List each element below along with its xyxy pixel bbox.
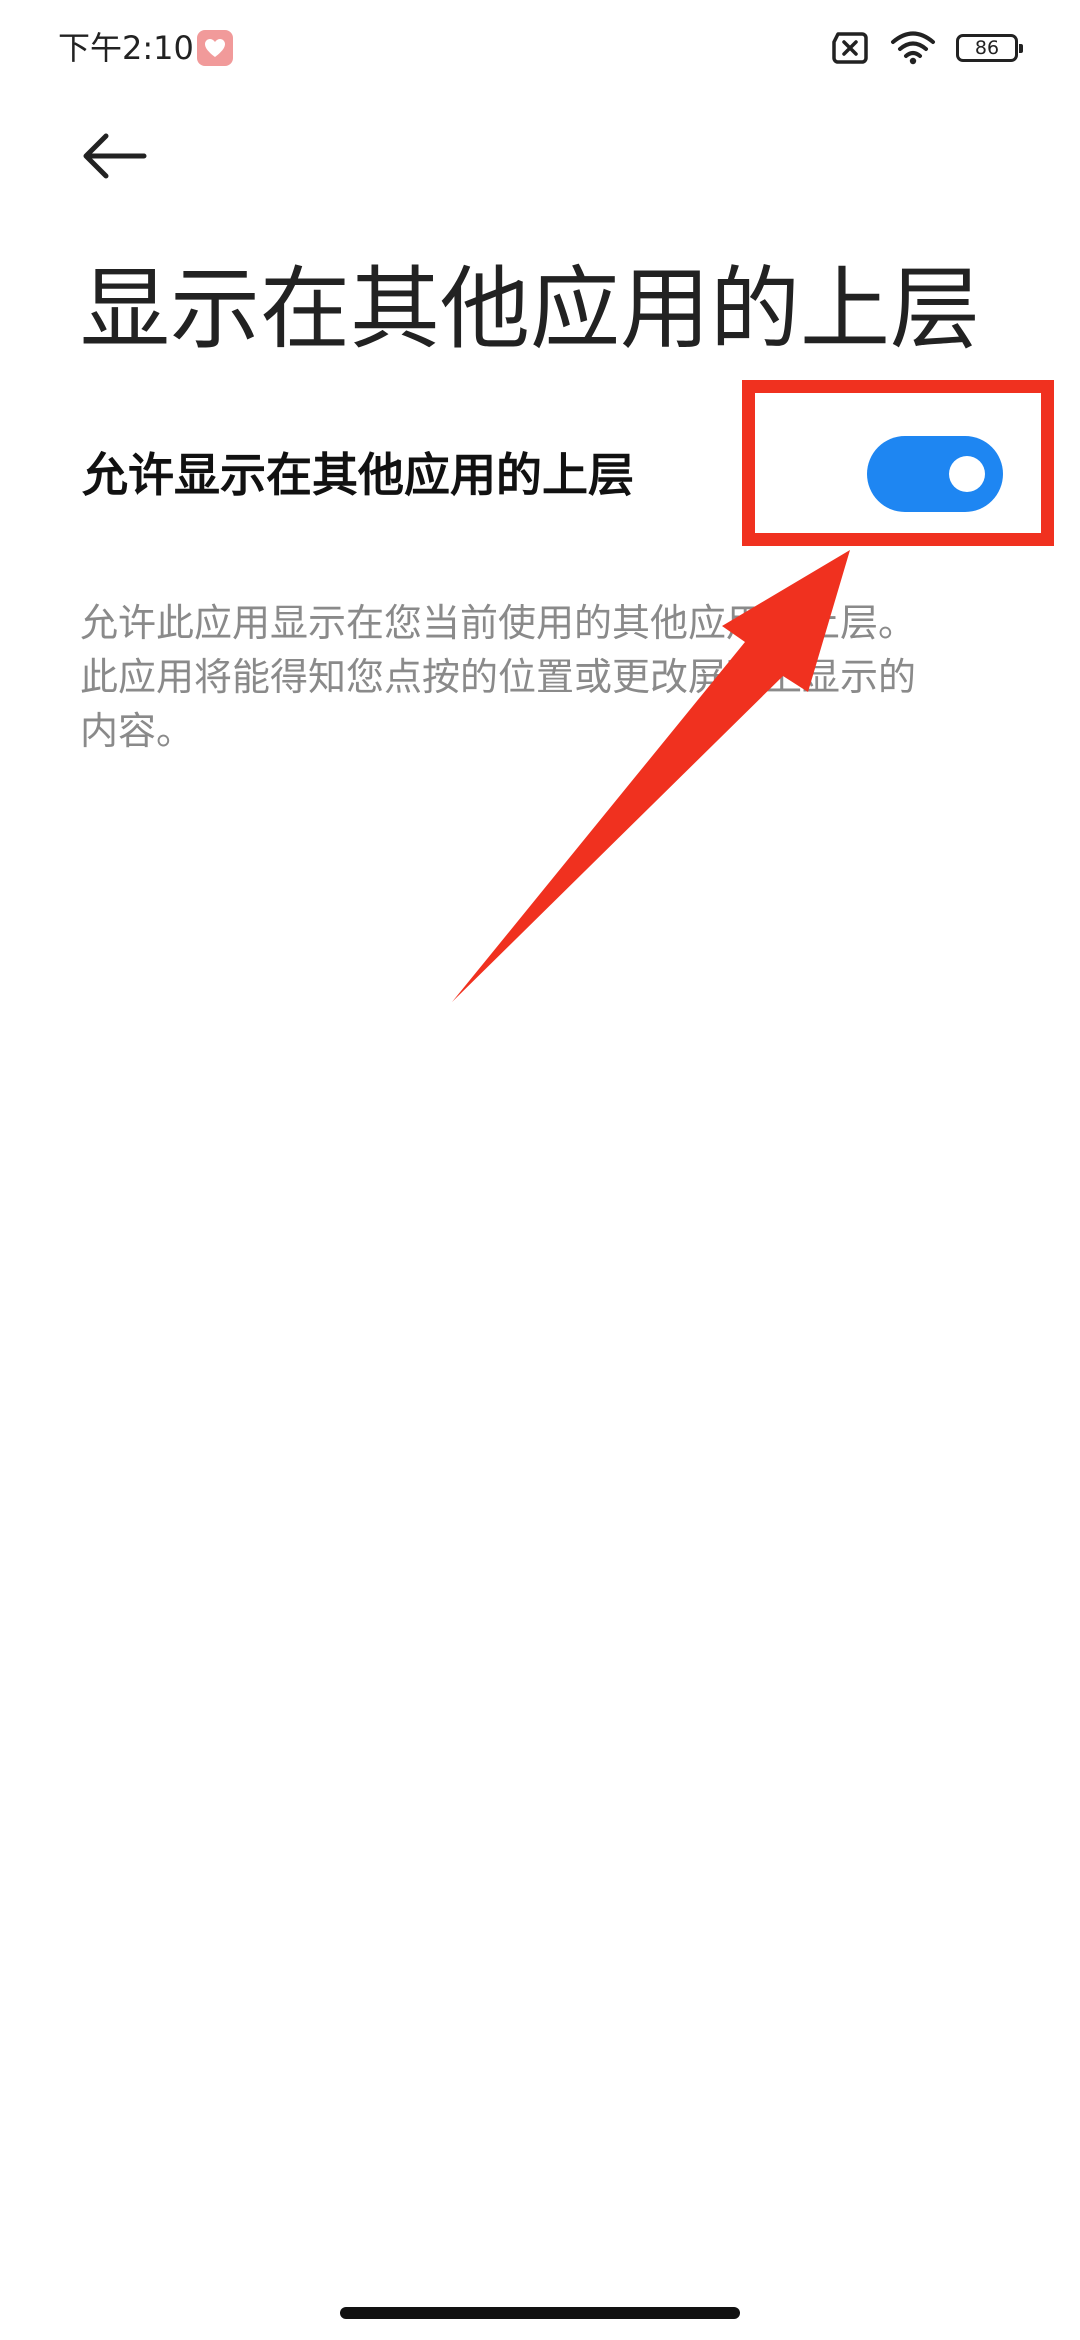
annotation-highlight-box <box>742 380 1054 546</box>
battery-level: 86 <box>974 37 1000 59</box>
screen: 下午2:10 86 显示在其他应用的上层 允许显示在其他应用的上层 允许此应用显… <box>0 0 1080 2340</box>
page-title: 显示在其他应用的上层 <box>80 257 980 362</box>
status-time: 下午2:10 <box>58 29 194 67</box>
setting-label: 允许显示在其他应用的上层 <box>82 448 634 502</box>
back-button[interactable] <box>76 120 156 200</box>
back-arrow-icon <box>83 133 147 179</box>
status-bar: 下午2:10 86 <box>0 0 1080 96</box>
heart-app-icon <box>197 30 233 66</box>
status-icons: 86 <box>830 28 1023 68</box>
sim-x-icon <box>832 32 868 64</box>
battery-icon: 86 <box>956 34 1023 62</box>
wifi-icon <box>891 31 935 65</box>
setting-description: 允许此应用显示在您当前使用的其他应用的上层。此应用将能得知您点按的位置或更改屏幕… <box>80 601 917 753</box>
home-indicator[interactable] <box>340 2307 740 2319</box>
